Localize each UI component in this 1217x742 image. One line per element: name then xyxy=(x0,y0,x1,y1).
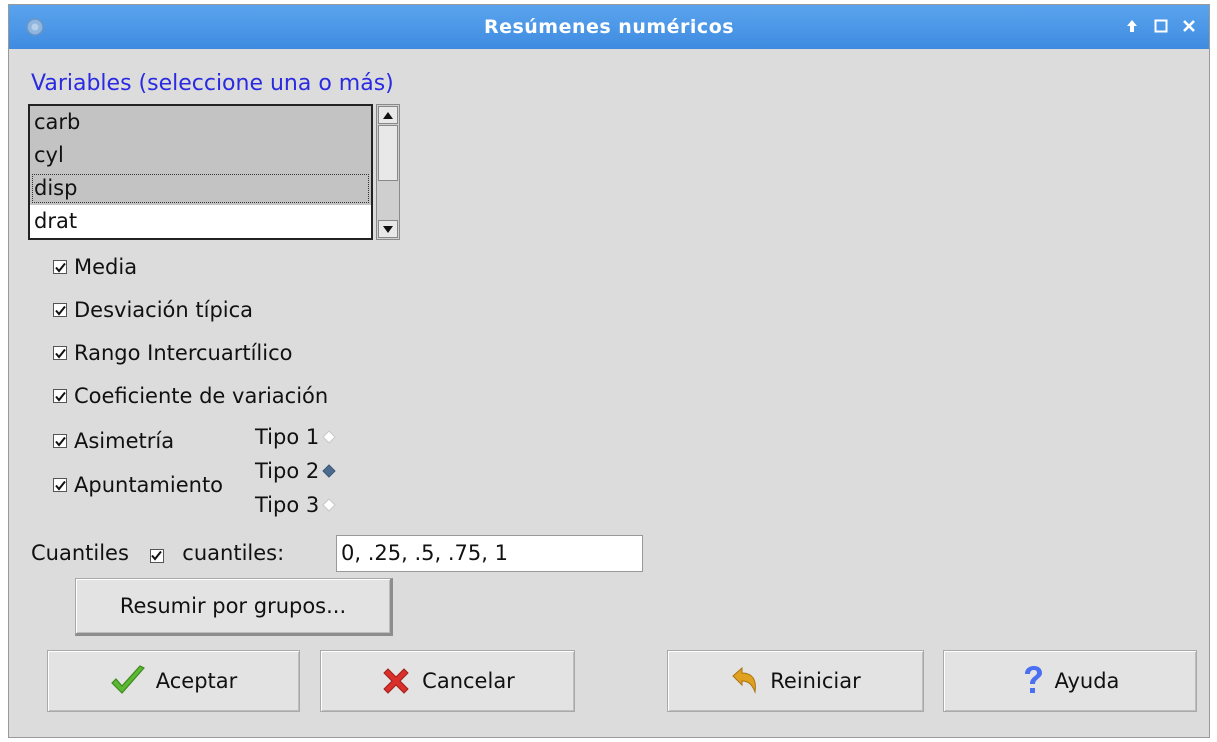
media-checkbox[interactable] xyxy=(53,260,67,274)
cuantiles-input[interactable]: 0, .25, .5, .75, 1 xyxy=(336,535,643,572)
arrow-up-icon xyxy=(383,111,393,119)
resumir-por-grupos-label: Resumir por grupos... xyxy=(119,594,347,618)
rango-checkbox-row[interactable]: Rango Intercuartílico xyxy=(53,341,292,365)
ayuda-label: Ayuda xyxy=(1054,669,1120,693)
checkmark-icon xyxy=(151,550,162,561)
scroll-up-button[interactable] xyxy=(378,106,398,124)
checkmark-icon xyxy=(54,391,66,402)
scrollbar-thumb[interactable] xyxy=(378,125,398,181)
list-item[interactable]: carb xyxy=(30,106,371,139)
coeficiente-checkbox-row[interactable]: Coeficiente de variación xyxy=(53,384,328,408)
apuntamiento-checkbox[interactable] xyxy=(53,478,67,492)
desviacion-label: Desviación típica xyxy=(74,298,254,322)
radio-unselected-icon[interactable] xyxy=(322,430,336,444)
dialog-window: Resúmenes numéricos Variables (seleccion… xyxy=(8,4,1210,738)
maximize-icon[interactable] xyxy=(1150,15,1172,37)
coeficiente-checkbox[interactable] xyxy=(53,389,67,403)
cancel-x-icon xyxy=(380,665,412,697)
tipo-1-radio-row[interactable]: Tipo 1 xyxy=(255,425,336,449)
radio-selected-icon[interactable] xyxy=(322,464,336,478)
reiniciar-button[interactable]: Reiniciar xyxy=(667,650,924,712)
asimetria-checkbox-row[interactable]: Asimetría xyxy=(53,429,174,453)
tipo-2-radio-row[interactable]: Tipo 2 xyxy=(255,459,336,483)
arrow-down-icon xyxy=(383,225,393,233)
apuntamiento-checkbox-row[interactable]: Apuntamiento xyxy=(53,473,223,497)
coeficiente-label: Coeficiente de variación xyxy=(74,384,329,408)
apuntamiento-label: Apuntamiento xyxy=(74,473,224,497)
media-label: Media xyxy=(74,255,138,279)
list-item[interactable]: drat xyxy=(30,205,371,238)
list-item[interactable]: cyl xyxy=(30,139,371,172)
cuantiles-label: Cuantiles xyxy=(31,541,129,565)
cuantiles-field-label: cuantiles: xyxy=(182,541,285,565)
tipo-1-label: Tipo 1 xyxy=(255,425,320,449)
cuantiles-row: Cuantiles cuantiles: xyxy=(31,541,284,565)
rango-checkbox[interactable] xyxy=(53,346,67,360)
cuantiles-checkbox[interactable] xyxy=(149,548,164,563)
asimetria-label: Asimetría xyxy=(74,429,175,453)
rango-label: Rango Intercuartílico xyxy=(74,341,293,365)
tipo-3-radio-row[interactable]: Tipo 3 xyxy=(255,493,336,517)
checkmark-icon xyxy=(54,480,66,491)
reiniciar-label: Reiniciar xyxy=(770,669,861,693)
checkmark-icon xyxy=(54,305,66,316)
title-bar[interactable]: Resúmenes numéricos xyxy=(9,5,1209,49)
checkmark-icon xyxy=(54,436,66,447)
variables-scrollbar[interactable] xyxy=(376,104,400,240)
aceptar-button[interactable]: Aceptar xyxy=(47,650,300,712)
window-title: Resúmenes numéricos xyxy=(483,16,735,38)
checkmark-icon xyxy=(110,665,146,697)
checkmark-icon xyxy=(54,348,66,359)
help-question-icon xyxy=(1021,665,1045,697)
undo-arrow-icon xyxy=(730,666,760,696)
tipo-2-label: Tipo 2 xyxy=(255,459,320,483)
cancelar-button[interactable]: Cancelar xyxy=(320,650,575,712)
aceptar-label: Aceptar xyxy=(155,669,238,693)
desviacion-checkbox[interactable] xyxy=(53,303,67,317)
radio-unselected-icon[interactable] xyxy=(322,498,336,512)
asimetria-checkbox[interactable] xyxy=(53,434,67,448)
variables-listbox[interactable]: carb cyl disp drat xyxy=(28,104,373,240)
cancelar-label: Cancelar xyxy=(422,669,515,693)
media-checkbox-row[interactable]: Media xyxy=(53,255,137,279)
scroll-down-button[interactable] xyxy=(378,220,398,238)
keep-above-icon[interactable] xyxy=(1121,15,1143,37)
ayuda-button[interactable]: Ayuda xyxy=(943,650,1197,712)
resumir-por-grupos-button[interactable]: Resumir por grupos... xyxy=(75,578,393,636)
checkmark-icon xyxy=(54,262,66,273)
close-icon[interactable] xyxy=(1178,15,1200,37)
list-item[interactable]: disp xyxy=(30,172,371,205)
tipo-3-label: Tipo 3 xyxy=(255,493,320,517)
desviacion-checkbox-row[interactable]: Desviación típica xyxy=(53,298,253,322)
variables-label: Variables (seleccione una o más) xyxy=(31,71,394,96)
